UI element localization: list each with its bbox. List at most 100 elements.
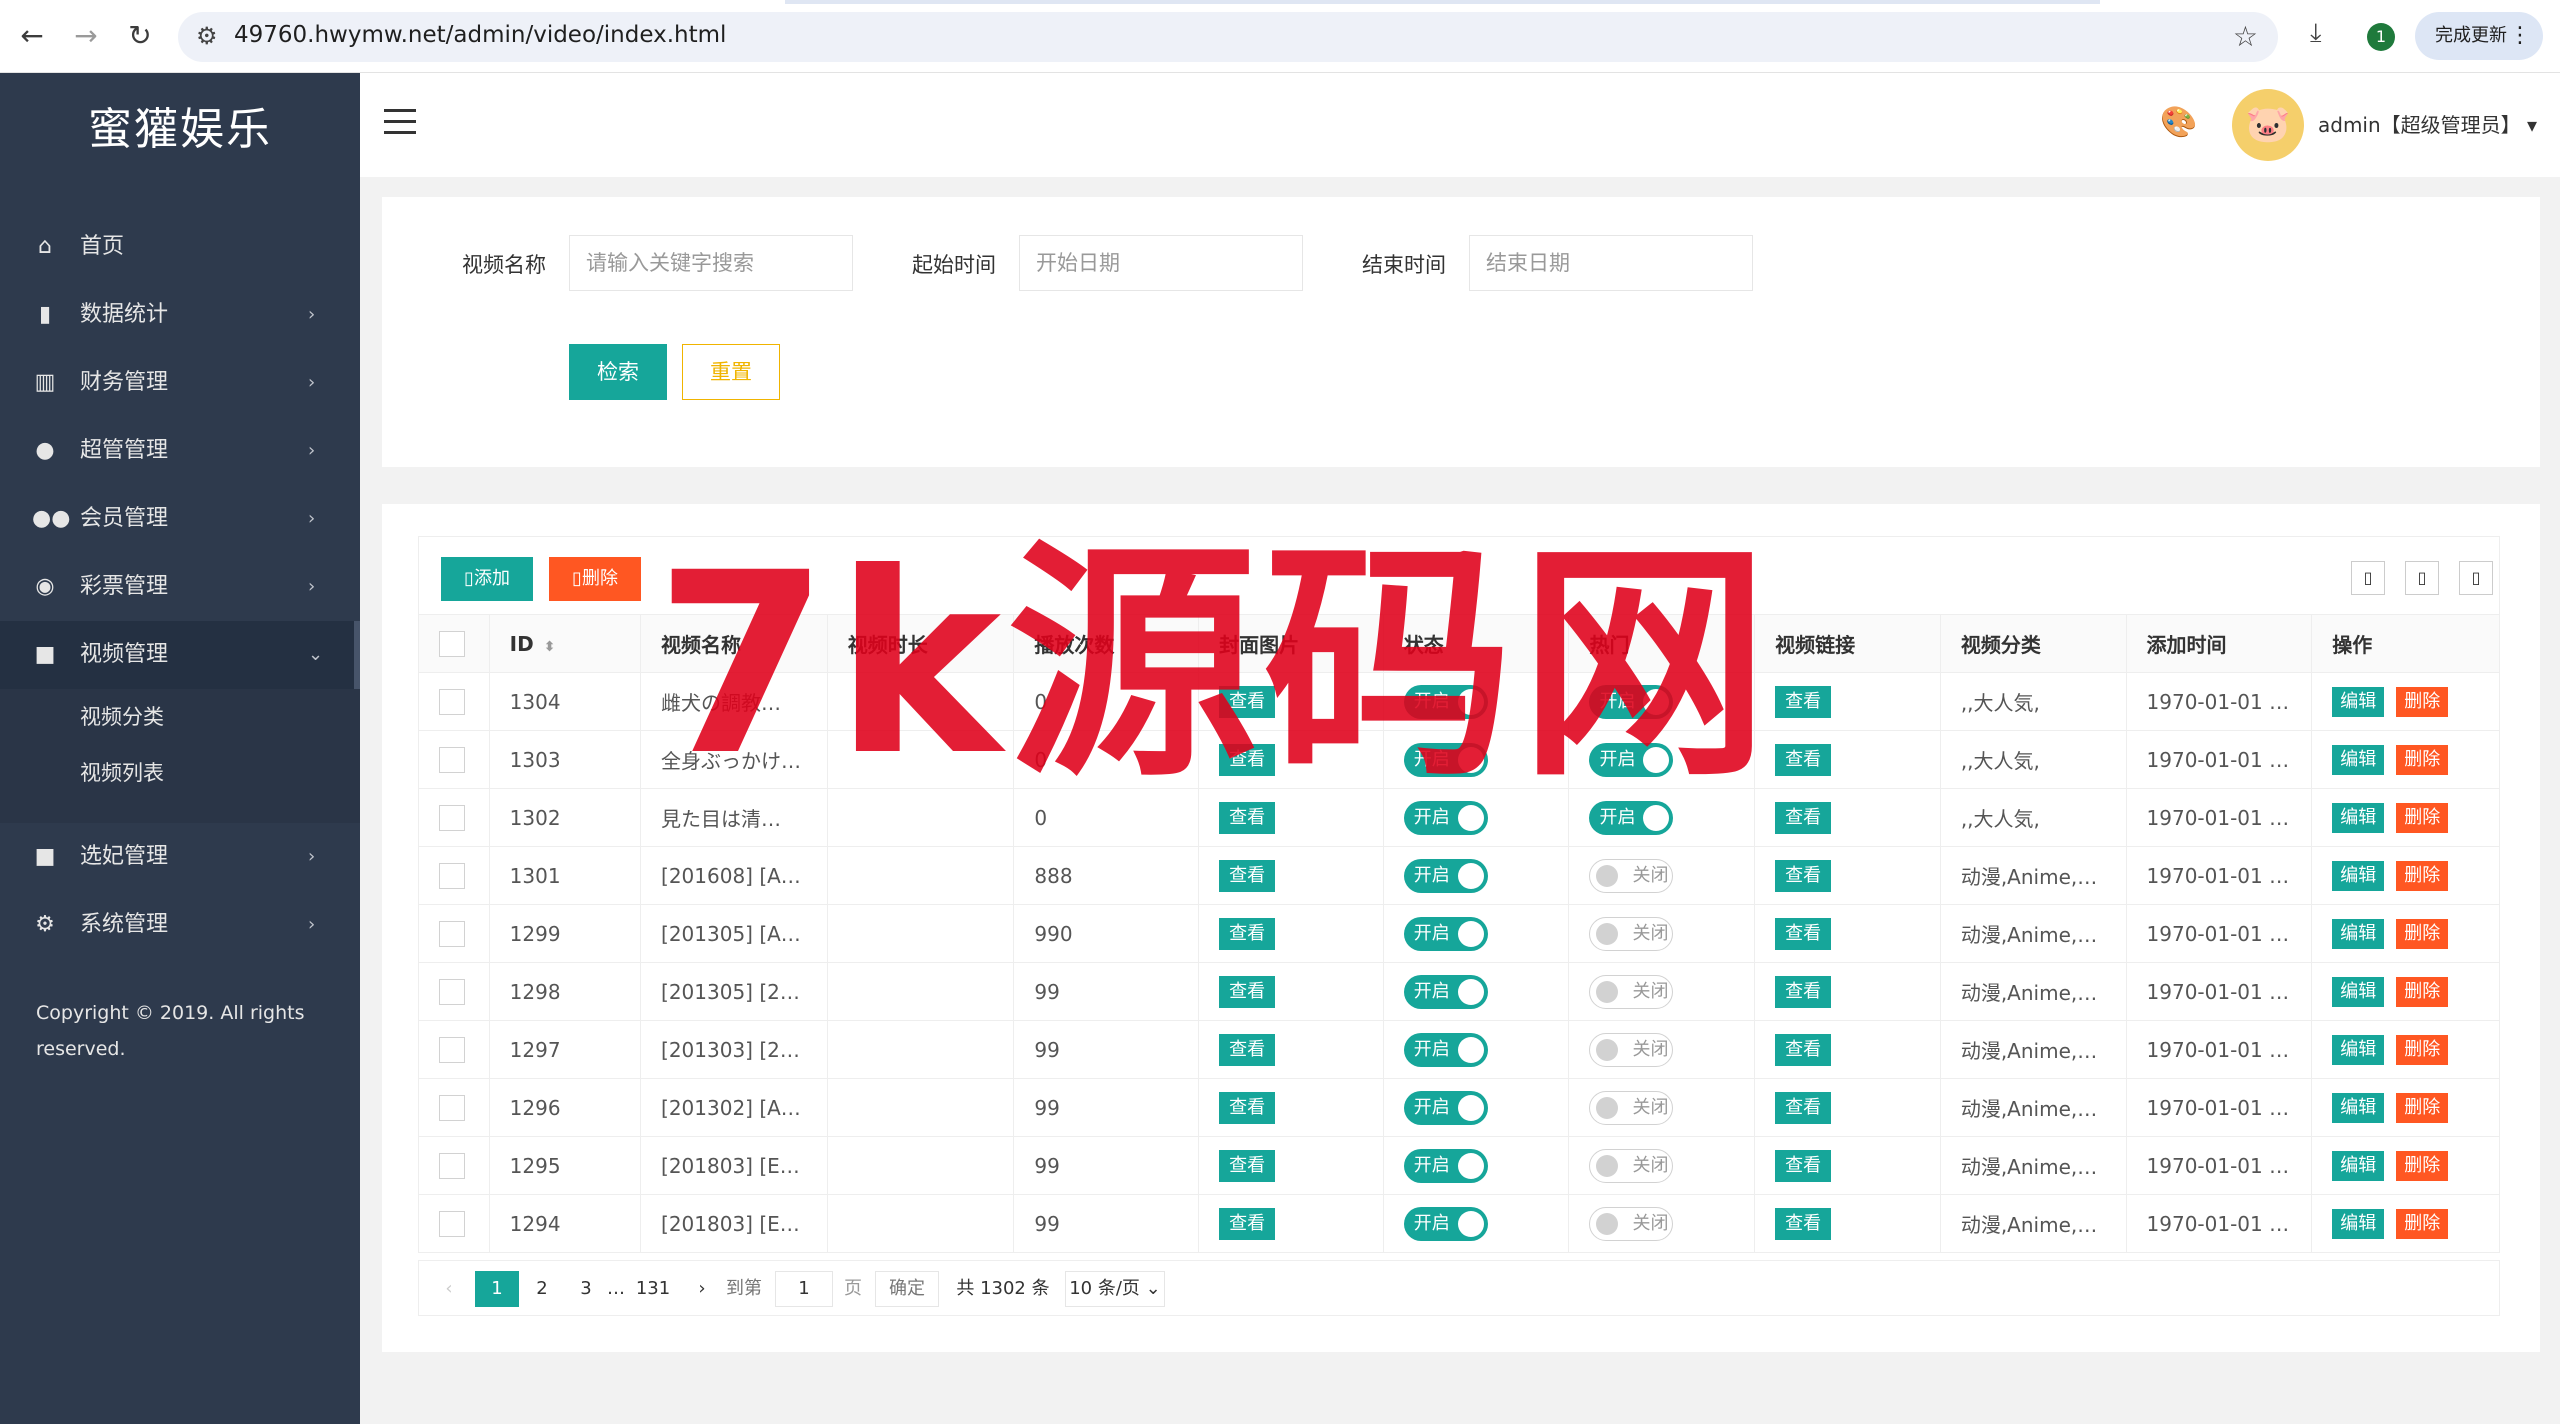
- edit-button[interactable]: 编辑: [2332, 918, 2385, 949]
- toggle-switch-off[interactable]: 关闭: [1589, 1148, 1674, 1183]
- toggle-switch-off[interactable]: 关闭: [1589, 858, 1674, 893]
- prev-page-icon[interactable]: ‹: [439, 1271, 459, 1307]
- delete-button[interactable]: 删除: [2396, 976, 2449, 1007]
- row-select-cell[interactable]: [418, 788, 490, 847]
- row-select-cell[interactable]: [418, 846, 490, 905]
- view-link-button[interactable]: 查看: [1775, 859, 1832, 892]
- row-checkbox[interactable]: [439, 1210, 465, 1237]
- toggle-switch-off[interactable]: 关闭: [1589, 1206, 1674, 1241]
- page-1[interactable]: 1: [475, 1271, 519, 1307]
- export-icon[interactable]: ▯: [2405, 561, 2439, 595]
- edit-button[interactable]: 编辑: [2332, 744, 2385, 775]
- sidebar-item-stats[interactable]: ▮ 数据统计 ›: [0, 281, 360, 349]
- delete-button[interactable]: 删除: [2396, 1034, 2449, 1065]
- toggle-switch-on[interactable]: 开启: [1403, 916, 1488, 951]
- page-2[interactable]: 2: [527, 1271, 557, 1307]
- edit-button[interactable]: 编辑: [2332, 860, 2385, 891]
- row-checkbox[interactable]: [439, 688, 465, 715]
- row-checkbox[interactable]: [439, 1094, 465, 1121]
- row-select-cell[interactable]: [418, 904, 490, 963]
- row-select-cell[interactable]: [418, 1136, 490, 1195]
- toggle-switch-off[interactable]: 关闭: [1589, 1032, 1674, 1067]
- goto-confirm-button[interactable]: 确定: [875, 1271, 939, 1307]
- sidebar-subitem-video-category[interactable]: 视频分类: [0, 689, 360, 745]
- toggle-switch-on[interactable]: 开启: [1403, 1148, 1488, 1183]
- row-checkbox[interactable]: [439, 978, 465, 1005]
- columns-filter-icon[interactable]: ▯: [2351, 561, 2385, 595]
- sidebar-item-members[interactable]: ●● 会员管理 ›: [0, 485, 360, 553]
- back-button[interactable]: ←: [14, 18, 50, 54]
- sidebar-item-video[interactable]: ■ 视频管理 ⌄: [0, 621, 360, 689]
- view-cover-button[interactable]: 查看: [1219, 917, 1276, 950]
- delete-button[interactable]: 删除: [2396, 686, 2449, 717]
- row-select-cell[interactable]: [418, 730, 490, 789]
- next-page-icon[interactable]: ›: [687, 1271, 717, 1307]
- address-bar[interactable]: ⚙ 49760.hwymw.net/admin/video/index.html…: [178, 12, 2278, 62]
- page-last[interactable]: 131: [633, 1271, 673, 1307]
- edit-button[interactable]: 编辑: [2332, 1092, 2385, 1123]
- view-link-button[interactable]: 查看: [1775, 1207, 1832, 1240]
- toggle-switch-off[interactable]: 关闭: [1589, 1090, 1674, 1125]
- url-text[interactable]: 49760.hwymw.net/admin/video/index.html: [234, 22, 726, 48]
- toggle-switch-on[interactable]: 开启: [1403, 974, 1488, 1009]
- row-checkbox[interactable]: [439, 1152, 465, 1179]
- row-checkbox[interactable]: [439, 804, 465, 831]
- site-settings-icon[interactable]: ⚙: [196, 22, 218, 50]
- sidebar-item-home[interactable]: ⌂ 首页: [0, 213, 360, 281]
- row-select-cell[interactable]: [418, 1194, 490, 1253]
- video-name-input[interactable]: 请输入关键字搜索: [569, 235, 853, 291]
- delete-button[interactable]: 删除: [2396, 1208, 2449, 1239]
- reset-button[interactable]: 重置: [682, 344, 780, 400]
- bookmark-star-icon[interactable]: ☆: [2233, 20, 2258, 53]
- print-icon[interactable]: ▯: [2459, 561, 2493, 595]
- delete-button[interactable]: 删除: [2396, 1092, 2449, 1123]
- view-cover-button[interactable]: 查看: [1219, 1033, 1276, 1066]
- row-select-cell[interactable]: [418, 672, 490, 731]
- row-checkbox[interactable]: [439, 746, 465, 773]
- row-select-cell[interactable]: [418, 1020, 490, 1079]
- sidebar-item-finance[interactable]: ▥ 财务管理 ›: [0, 349, 360, 417]
- view-link-button[interactable]: 查看: [1775, 917, 1832, 950]
- edit-button[interactable]: 编辑: [2332, 976, 2385, 1007]
- end-date-input[interactable]: 结束日期: [1469, 235, 1753, 291]
- view-link-button[interactable]: 查看: [1775, 1149, 1832, 1182]
- delete-button[interactable]: 删除: [2396, 918, 2449, 949]
- toggle-switch-off[interactable]: 关闭: [1589, 916, 1674, 951]
- page-3[interactable]: 3: [571, 1271, 601, 1307]
- toggle-switch-on[interactable]: 开启: [1403, 1090, 1488, 1125]
- start-date-input[interactable]: 开始日期: [1019, 235, 1303, 291]
- add-button[interactable]: ▯添加: [441, 557, 533, 601]
- col-id[interactable]: ID ⬍: [488, 614, 642, 673]
- row-checkbox[interactable]: [439, 862, 465, 889]
- user-menu[interactable]: admin【超级管理员】 ▾: [2318, 109, 2537, 138]
- row-checkbox[interactable]: [439, 1036, 465, 1063]
- search-button[interactable]: 检索: [569, 344, 667, 400]
- toggle-switch-off[interactable]: 关闭: [1589, 974, 1674, 1009]
- delete-button[interactable]: 删除: [2396, 802, 2449, 833]
- row-select-cell[interactable]: [418, 962, 490, 1021]
- sidebar-item-lottery[interactable]: ◉ 彩票管理 ›: [0, 553, 360, 621]
- download-icon[interactable]: ⤓: [2310, 18, 2322, 49]
- reload-button[interactable]: ↻: [122, 18, 158, 54]
- theme-palette-icon[interactable]: 🎨: [2160, 105, 2197, 140]
- view-cover-button[interactable]: 查看: [1219, 859, 1276, 892]
- profile-badge[interactable]: 1: [2367, 23, 2395, 51]
- sort-icon[interactable]: ⬍: [544, 639, 556, 655]
- row-checkbox[interactable]: [439, 920, 465, 947]
- delete-button[interactable]: 删除: [2396, 744, 2449, 775]
- sidebar-subitem-video-list[interactable]: 视频列表: [0, 745, 360, 801]
- edit-button[interactable]: 编辑: [2332, 1150, 2385, 1181]
- edit-button[interactable]: 编辑: [2332, 686, 2385, 717]
- view-cover-button[interactable]: 查看: [1219, 1091, 1276, 1124]
- view-cover-button[interactable]: 查看: [1219, 1149, 1276, 1182]
- view-link-button[interactable]: 查看: [1775, 1091, 1832, 1124]
- goto-page-input[interactable]: 1: [775, 1271, 833, 1307]
- view-link-button[interactable]: 查看: [1775, 801, 1832, 834]
- edit-button[interactable]: 编辑: [2332, 802, 2385, 833]
- view-link-button[interactable]: 查看: [1775, 1033, 1832, 1066]
- delete-button[interactable]: 删除: [2396, 860, 2449, 891]
- delete-button[interactable]: 删除: [2396, 1150, 2449, 1181]
- view-cover-button[interactable]: 查看: [1219, 1207, 1276, 1240]
- update-button[interactable]: 完成更新 ⋮: [2415, 12, 2543, 60]
- view-link-button[interactable]: 查看: [1775, 743, 1832, 776]
